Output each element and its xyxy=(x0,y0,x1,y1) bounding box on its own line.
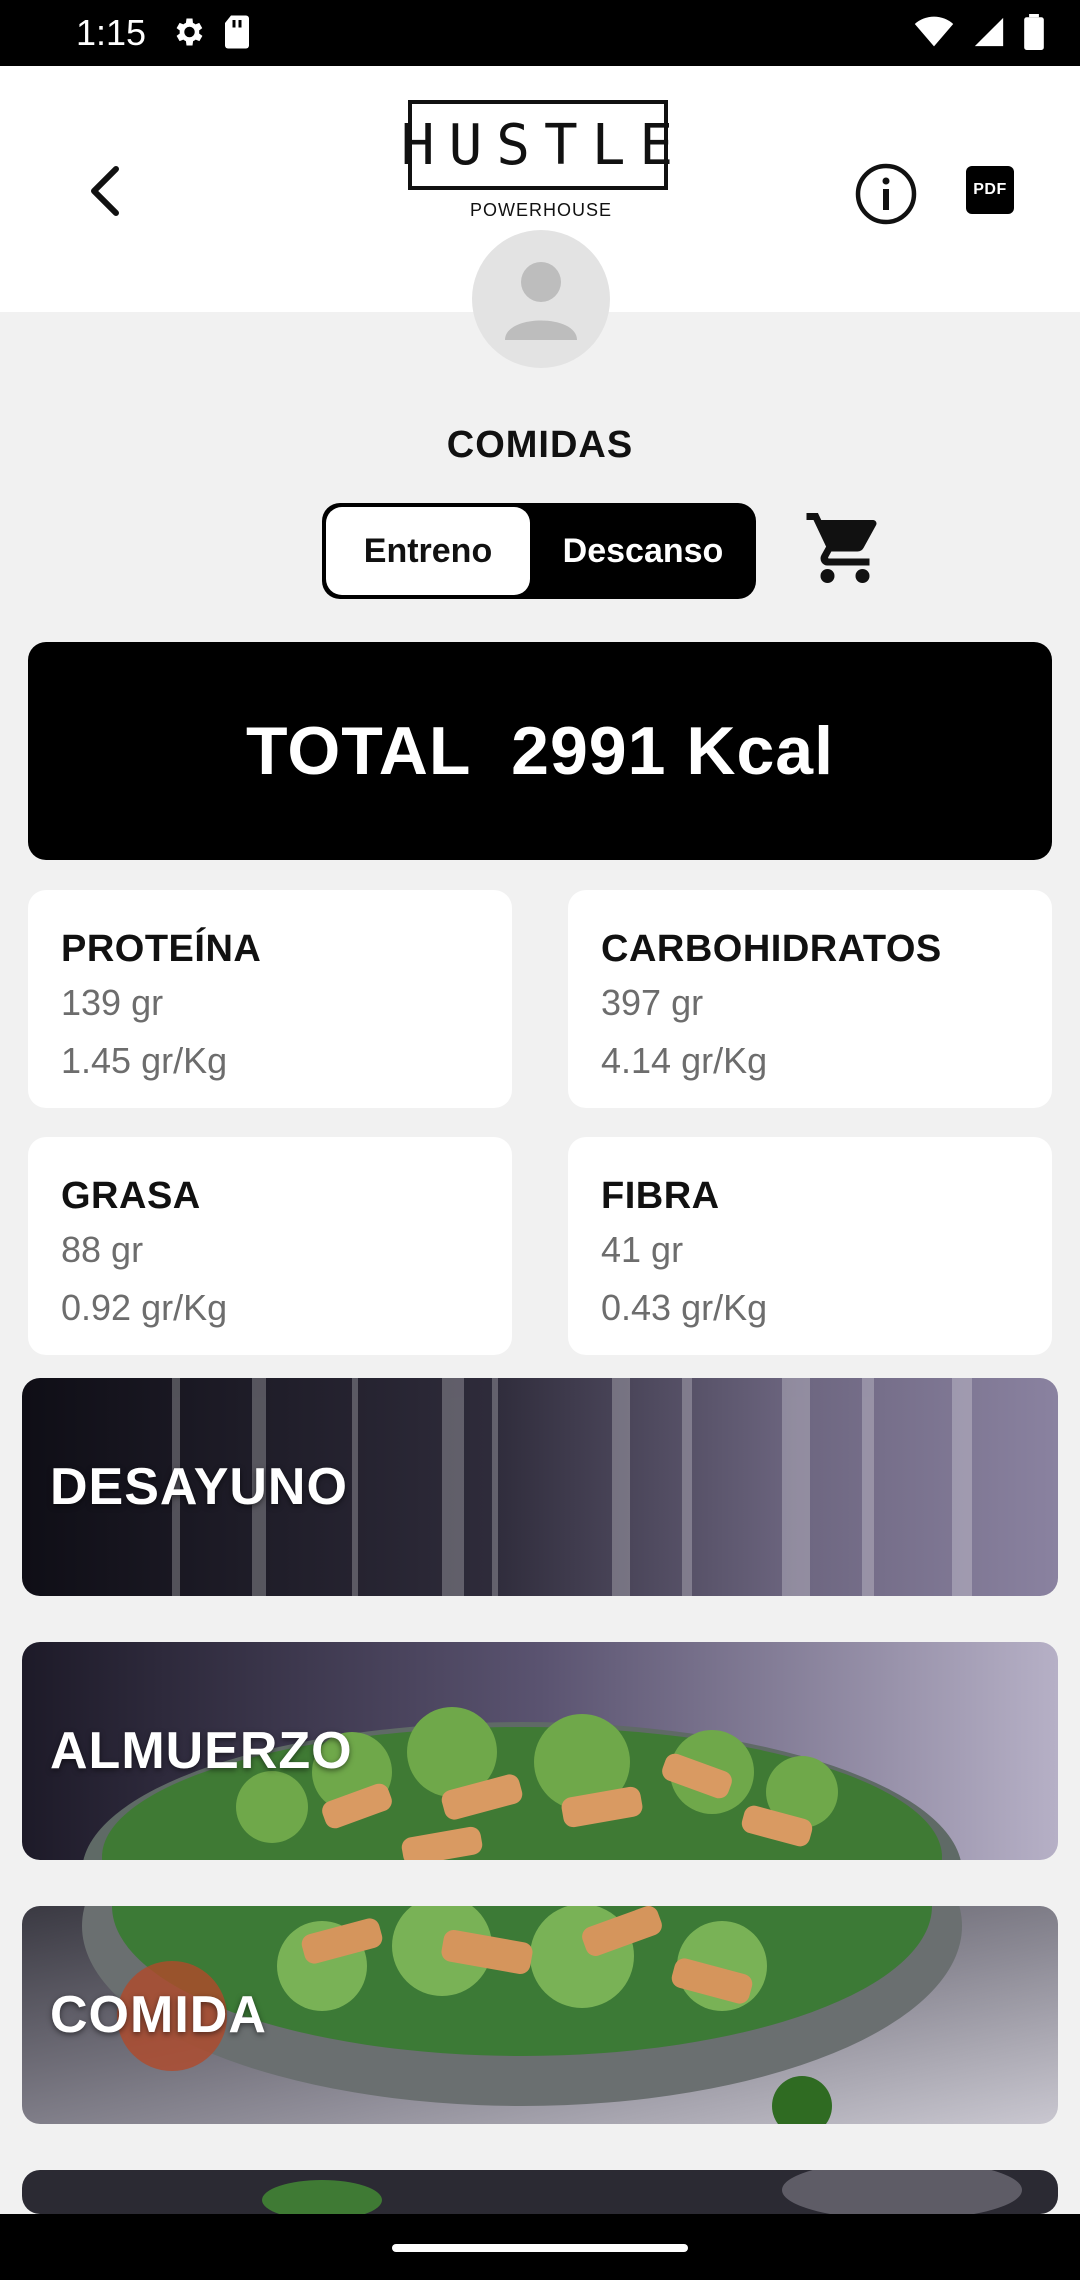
page-title: COMIDAS xyxy=(446,424,634,466)
macro-grams: 139 gr xyxy=(61,982,164,1023)
status-bar: 1:15 xyxy=(0,0,1080,66)
meal-card-desayuno[interactable]: DESAYUNO xyxy=(22,1378,1058,1596)
macro-grams: 88 gr xyxy=(61,1229,144,1270)
macro-grams: 397 gr xyxy=(601,982,704,1023)
info-icon[interactable] xyxy=(854,162,918,226)
home-indicator[interactable] xyxy=(392,2244,688,2252)
total-unit: Kcal xyxy=(686,713,834,789)
total-label: TOTAL xyxy=(246,713,472,789)
logo-wordmark: HUSTLE xyxy=(401,100,673,190)
macro-name: PROTEÍNA xyxy=(61,928,262,970)
wifi-icon xyxy=(914,16,954,47)
macro-card-proteina: PROTEÍNA 139 gr 1.45 gr/Kg xyxy=(28,890,512,1108)
system-nav-bar xyxy=(0,2214,1080,2280)
meal-label: DESAYUNO xyxy=(50,1458,348,1516)
shopping-cart-icon[interactable] xyxy=(800,506,890,590)
macro-card-carbohidratos: CARBOHIDRATOS 397 gr 4.14 gr/Kg xyxy=(568,890,1052,1108)
pdf-icon[interactable]: PDF xyxy=(966,166,1014,214)
macro-card-fibra: FIBRA 41 gr 0.43 gr/Kg xyxy=(568,1137,1052,1355)
macro-card-grasa: GRASA 88 gr 0.92 gr/Kg xyxy=(28,1137,512,1355)
toggle-descanso[interactable]: Descanso xyxy=(534,507,752,595)
meal-background-image xyxy=(22,2170,1058,2214)
cell-signal-icon xyxy=(974,17,1004,47)
battery-icon xyxy=(1024,14,1044,50)
macro-name: CARBOHIDRATOS xyxy=(601,928,942,970)
hustle-logo: HUSTLE POWERHOUSE xyxy=(401,100,674,226)
total-calories-card: TOTAL 2991 Kcal xyxy=(28,642,1052,860)
meal-card-almuerzo[interactable]: ALMUERZO xyxy=(22,1642,1058,1860)
macro-per-kg: 4.14 gr/Kg xyxy=(601,1040,768,1081)
logo-subtext: POWERHOUSE xyxy=(469,200,612,220)
person-silhouette-icon xyxy=(505,262,577,340)
settings-gear-icon xyxy=(176,18,203,46)
macro-per-kg: 1.45 gr/Kg xyxy=(61,1040,228,1081)
macro-name: GRASA xyxy=(61,1175,201,1217)
avatar[interactable] xyxy=(472,230,610,368)
sd-card-icon xyxy=(225,15,249,49)
toggle-entreno[interactable]: Entreno xyxy=(326,507,530,595)
plan-toggle: Entreno Descanso xyxy=(322,503,756,599)
macro-per-kg: 0.43 gr/Kg xyxy=(601,1287,768,1328)
meal-label: COMIDA xyxy=(50,1986,267,2044)
macro-grams: 41 gr xyxy=(601,1229,684,1270)
meal-card-partial[interactable] xyxy=(22,2170,1058,2214)
status-time: 1:15 xyxy=(76,12,147,53)
meal-card-comida[interactable]: COMIDA xyxy=(22,1906,1058,2124)
back-arrow-icon[interactable] xyxy=(80,161,130,221)
total-value: 2991 xyxy=(511,713,667,789)
macro-per-kg: 0.92 gr/Kg xyxy=(61,1287,228,1328)
macro-name: FIBRA xyxy=(601,1175,720,1217)
meal-label: ALMUERZO xyxy=(50,1722,353,1780)
